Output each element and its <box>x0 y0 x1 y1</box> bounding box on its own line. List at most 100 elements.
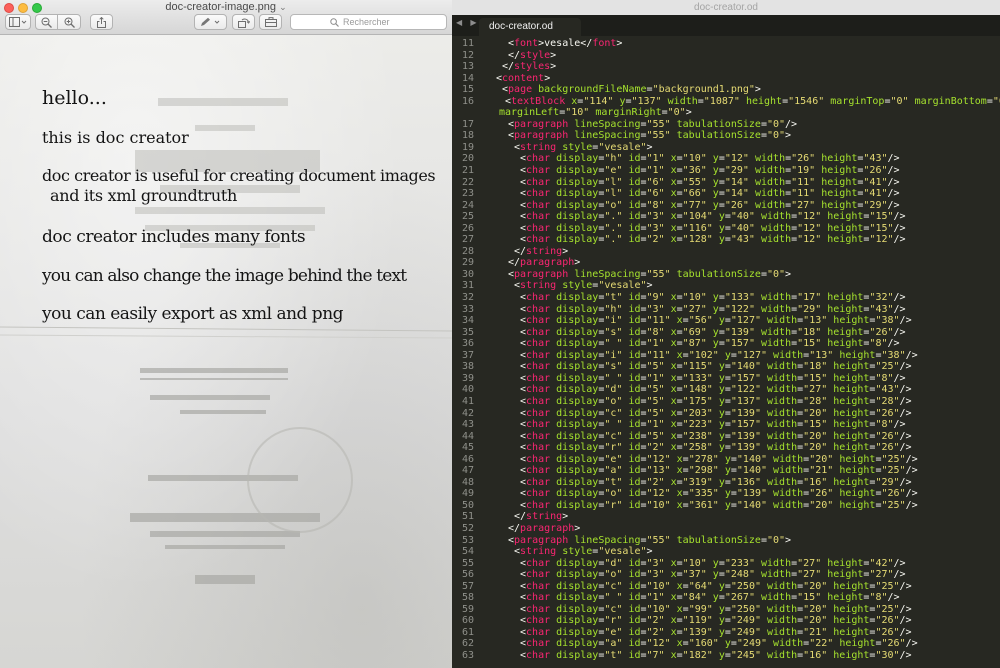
attr-name: id <box>628 419 641 431</box>
tag-name: char <box>526 315 551 327</box>
code-text: <char display=" " id="1" x="84" y="267" … <box>520 592 900 604</box>
search-input[interactable] <box>343 17 407 27</box>
attr-value: "8" <box>869 592 888 604</box>
attr-value: "77" <box>682 199 707 211</box>
line-number: 14 <box>461 72 474 84</box>
attr-name: display <box>556 165 599 177</box>
attr-name: width <box>767 580 798 592</box>
punct: > <box>685 107 692 119</box>
attr-name: width <box>767 615 798 627</box>
attr-value: "10" <box>646 580 671 592</box>
attr-name: lineSpacing <box>574 130 641 142</box>
attr-name: display <box>556 234 599 246</box>
attr-name: id <box>628 199 641 211</box>
code-text: <char display="t" id="2" x="319" y="136"… <box>520 477 912 489</box>
line-number: 23 <box>461 188 474 200</box>
attr-name: width <box>773 488 804 500</box>
attr-value: "160" <box>688 638 719 650</box>
attr-value: "335" <box>688 488 719 500</box>
preview-window: doc-creator-image.png ⌄ Rechercher hello… <box>0 0 452 668</box>
attr-name: width <box>761 592 792 604</box>
punct: /> <box>893 211 906 223</box>
code-text: <char display="d" id="5" x="148" y="122"… <box>520 384 912 396</box>
code-text: <char display=" " id="1" x="87" y="157" … <box>520 338 900 350</box>
attr-name: height <box>833 372 870 384</box>
attr-name: height <box>821 199 858 211</box>
punct: /> <box>887 592 900 604</box>
attr-value: "12" <box>797 222 822 234</box>
toolbox-button[interactable] <box>259 14 282 30</box>
code-area[interactable]: 11 <font>vesale</font> 12 </style> 13 </style… <box>452 38 1000 662</box>
attr-value: "17" <box>797 292 822 304</box>
attr-value: "25" <box>881 465 906 477</box>
zoom-out-button[interactable] <box>35 14 58 30</box>
attr-value: "10" <box>646 499 671 511</box>
punct: > <box>562 511 569 523</box>
zoom-in-button[interactable] <box>57 14 81 30</box>
attr-value: "3" <box>646 211 665 223</box>
attr-name: height <box>833 476 870 488</box>
markup-button[interactable] <box>194 14 227 30</box>
attr-value: "139" <box>730 430 761 442</box>
attr-value: "2" <box>646 442 665 454</box>
attr-value: "20" <box>803 580 828 592</box>
attr-value: "15" <box>869 222 894 234</box>
attr-value: "56" <box>688 315 713 327</box>
attr-name: width <box>761 303 792 315</box>
rotate-button[interactable] <box>232 14 255 30</box>
attr-value: "38" <box>881 349 906 361</box>
code-text: <char display="e" id="12" x="278" y="140… <box>520 454 918 466</box>
code-text: <char display="c" id="5" x="238" y="139"… <box>520 431 912 443</box>
punct: /> <box>893 234 906 246</box>
attr-value: "43" <box>730 234 755 246</box>
attr-value: "9" <box>646 292 665 304</box>
attr-name: display <box>556 372 599 384</box>
line-number: 15 <box>461 84 474 96</box>
code-line: 35 <char display="s" id="8" x="69" y="139… <box>452 327 1000 339</box>
doc-line-5: doc creator includes many fonts <box>42 227 306 247</box>
attr-name: display <box>556 592 599 604</box>
attr-value: "14" <box>724 188 749 200</box>
attr-name: lineSpacing <box>574 118 641 130</box>
attr-name: id <box>628 488 641 500</box>
code-text: <char display="i" id="11" x="56" y="127"… <box>520 315 912 327</box>
tag-name: char <box>526 649 551 661</box>
code-line: 45 <char display="r" id="2" x="258" y="13… <box>452 442 1000 454</box>
attr-value: "116" <box>682 222 713 234</box>
attr-name: display <box>556 580 599 592</box>
attr-name: id <box>628 638 641 650</box>
punct: /> <box>899 315 912 327</box>
attr-name: id <box>628 465 641 477</box>
attr-name: height <box>833 384 870 396</box>
attr-name: height <box>821 176 858 188</box>
attr-value: "25" <box>881 499 906 511</box>
attr-value: "27" <box>797 557 822 569</box>
code-line: 62 <char display="a" id="12" x="160" y="2… <box>452 638 1000 650</box>
preview-title[interactable]: doc-creator-image.png ⌄ <box>0 0 452 14</box>
code-line: 29 </paragraph> <box>452 257 1000 269</box>
punct: > <box>754 84 761 96</box>
code-line: 17 <paragraph lineSpacing="55" tabulation… <box>452 119 1000 131</box>
code-line: 22 <char display="l" id="6" x="55" y="14"… <box>452 177 1000 189</box>
attr-value: "26" <box>724 199 749 211</box>
code-text: <char display="s" id="5" x="115" y="140"… <box>520 361 912 373</box>
line-number: 13 <box>461 61 474 73</box>
tab-nav-arrows-icon[interactable]: ◀ ▶ <box>456 18 480 27</box>
attr-name: display <box>556 361 599 373</box>
attr-name: width <box>773 465 804 477</box>
attr-name: id <box>628 453 641 465</box>
code-line: 15 <page backgroundFileName="background1.… <box>452 84 1000 96</box>
tab-doc-creator-od[interactable]: doc-creator.od <box>479 18 581 36</box>
attr-value: "119" <box>682 615 713 627</box>
share-button[interactable] <box>90 14 113 30</box>
sidebar-toggle-button[interactable] <box>5 14 31 30</box>
tag-name: char <box>526 453 551 465</box>
search-field[interactable] <box>290 14 447 30</box>
line-number: 51 <box>461 511 474 523</box>
tag-name: char <box>526 638 551 650</box>
attr-value: "69" <box>682 326 707 338</box>
attr-name: display <box>556 292 599 304</box>
tag-name: char <box>526 384 551 396</box>
doc-line-7: you can easily export as xml and png <box>42 304 344 324</box>
attr-value: "r" <box>604 499 623 511</box>
